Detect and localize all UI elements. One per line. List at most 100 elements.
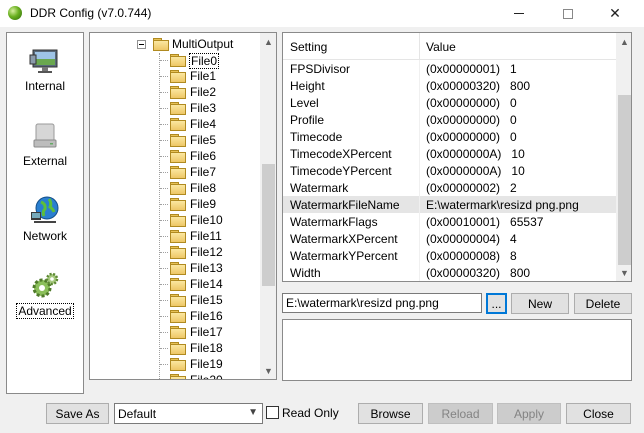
tree-node-file[interactable]: File1 [90, 68, 260, 84]
scroll-up-icon[interactable]: ▲ [260, 33, 276, 50]
column-line [419, 128, 420, 145]
tree-node-file[interactable]: File12 [90, 244, 260, 260]
column-header-setting[interactable]: Setting [290, 40, 327, 54]
profile-dropdown[interactable]: Default ▼ [114, 403, 263, 424]
folder-icon [170, 86, 186, 99]
tree-node-file[interactable]: File18 [90, 340, 260, 356]
tree-node-file[interactable]: File17 [90, 324, 260, 340]
sidebar-item-internal[interactable]: Internal [7, 39, 83, 111]
tree-node-file[interactable]: File4 [90, 116, 260, 132]
tree-node-file[interactable]: File13 [90, 260, 260, 276]
collapse-icon[interactable] [137, 40, 146, 49]
tree-branch-line [160, 300, 168, 301]
table-row[interactable]: Height (0x00000320) 800 [283, 77, 616, 94]
table-row[interactable]: TimecodeYPercent (0x0000000A) 10 [283, 162, 616, 179]
sidebar-item-advanced[interactable]: Advanced [7, 264, 83, 336]
sidebar-item-external[interactable]: External [7, 114, 83, 186]
tree-branch-line [160, 156, 168, 157]
tree-node-label: File8 [190, 181, 217, 195]
table-row[interactable]: Profile (0x00000000) 0 [283, 111, 616, 128]
tree-node-label: File14 [190, 277, 223, 291]
column-line [419, 264, 420, 281]
apply-button[interactable]: Apply [497, 403, 561, 424]
tree-branch-line [160, 316, 168, 317]
description-box [282, 319, 632, 381]
column-line [419, 111, 420, 128]
column-line [419, 60, 420, 77]
tree-node-file[interactable]: File0 [90, 52, 260, 69]
minimize-button[interactable] [496, 0, 542, 27]
tree-node-file[interactable]: File8 [90, 180, 260, 196]
setting-value: (0x00000000) 0 [426, 96, 517, 110]
tree-node-file[interactable]: File20 [90, 372, 260, 379]
tree-branch-line [160, 220, 168, 221]
table-row[interactable]: WatermarkFileName E:\watermark\resizd png… [283, 196, 616, 213]
setting-name: Level [290, 96, 319, 110]
table-row[interactable]: Timecode (0x00000000) 0 [283, 128, 616, 145]
tree-node-file[interactable]: File16 [90, 308, 260, 324]
table-row[interactable]: TimecodeXPercent (0x0000000A) 10 [283, 145, 616, 162]
tree-branch-line [160, 108, 168, 109]
output-tree[interactable]: MultiOutput File0 File1 File2 File3 File4 Fil… [89, 32, 277, 380]
folder-icon [170, 310, 186, 323]
tree-node-file[interactable]: File19 [90, 356, 260, 372]
tree-node-file[interactable]: File9 [90, 196, 260, 212]
new-button[interactable]: New [511, 293, 569, 314]
tree-node-multioutput[interactable]: MultiOutput [90, 36, 260, 52]
tree-node-label: File16 [190, 309, 223, 323]
scroll-down-icon[interactable]: ▼ [616, 264, 631, 281]
tree-node-file[interactable]: File14 [90, 276, 260, 292]
setting-value: (0x00000000) 0 [426, 130, 517, 144]
sidebar-item-label: External [22, 154, 68, 168]
read-only-label[interactable]: Read Only [282, 406, 339, 420]
delete-button[interactable]: Delete [574, 293, 632, 314]
scroll-down-icon[interactable]: ▼ [260, 362, 276, 379]
tree-node-file[interactable]: File7 [90, 164, 260, 180]
table-row[interactable]: FPSDivisor (0x00000001) 1 [283, 60, 616, 77]
folder-icon [170, 198, 186, 211]
settings-scroll-thumb[interactable] [618, 95, 631, 265]
table-row[interactable]: Width (0x00000320) 800 [283, 264, 616, 281]
browse-value-button[interactable]: ... [486, 293, 507, 314]
column-divider[interactable] [419, 33, 420, 60]
column-header-value[interactable]: Value [426, 40, 456, 54]
tree-scroll-thumb[interactable] [262, 164, 275, 286]
close-button[interactable]: Close [566, 403, 631, 424]
browse-button[interactable]: Browse [358, 403, 423, 424]
save-as-button[interactable]: Save As [46, 403, 109, 424]
tree-node-file[interactable]: File5 [90, 132, 260, 148]
sidebar-item-network[interactable]: Network [7, 189, 83, 261]
maximize-button[interactable] [545, 0, 591, 27]
folder-icon [170, 358, 186, 371]
folder-icon [170, 182, 186, 195]
table-row[interactable]: Level (0x00000000) 0 [283, 94, 616, 111]
title-bar: DDR Config (v7.0.744) ✕ [0, 0, 644, 27]
table-row[interactable]: WatermarkYPercent (0x00000008) 8 [283, 247, 616, 264]
read-only-checkbox[interactable] [266, 406, 279, 419]
tree-node-file[interactable]: File10 [90, 212, 260, 228]
settings-scrollbar[interactable]: ▲ ▼ [616, 33, 631, 281]
reload-button[interactable]: Reload [428, 403, 493, 424]
column-line [419, 77, 420, 94]
table-row[interactable]: WatermarkFlags (0x00010001) 65537 [283, 213, 616, 230]
folder-icon [170, 70, 186, 83]
scroll-up-icon[interactable]: ▲ [616, 33, 631, 50]
table-row[interactable]: WatermarkXPercent (0x00000004) 4 [283, 230, 616, 247]
tree-branch-line [160, 60, 168, 61]
tree-node-label: File0 [189, 53, 220, 69]
app-logo-icon [8, 6, 22, 20]
tree-node-file[interactable]: File6 [90, 148, 260, 164]
folder-icon [170, 166, 186, 179]
table-row[interactable]: Watermark (0x00000002) 2 [283, 179, 616, 196]
close-window-button[interactable]: ✕ [592, 0, 638, 27]
setting-name: Watermark [290, 181, 349, 195]
tree-scrollbar[interactable]: ▲ ▼ [260, 33, 276, 379]
tree-branch-line [160, 76, 168, 77]
tree-node-file[interactable]: File15 [90, 292, 260, 308]
value-field[interactable] [282, 293, 482, 313]
tree-node-file[interactable]: File11 [90, 228, 260, 244]
tree-node-file[interactable]: File3 [90, 100, 260, 116]
tree-node-file[interactable]: File2 [90, 84, 260, 100]
folder-icon [170, 54, 186, 67]
tree-branch-line [160, 92, 168, 93]
